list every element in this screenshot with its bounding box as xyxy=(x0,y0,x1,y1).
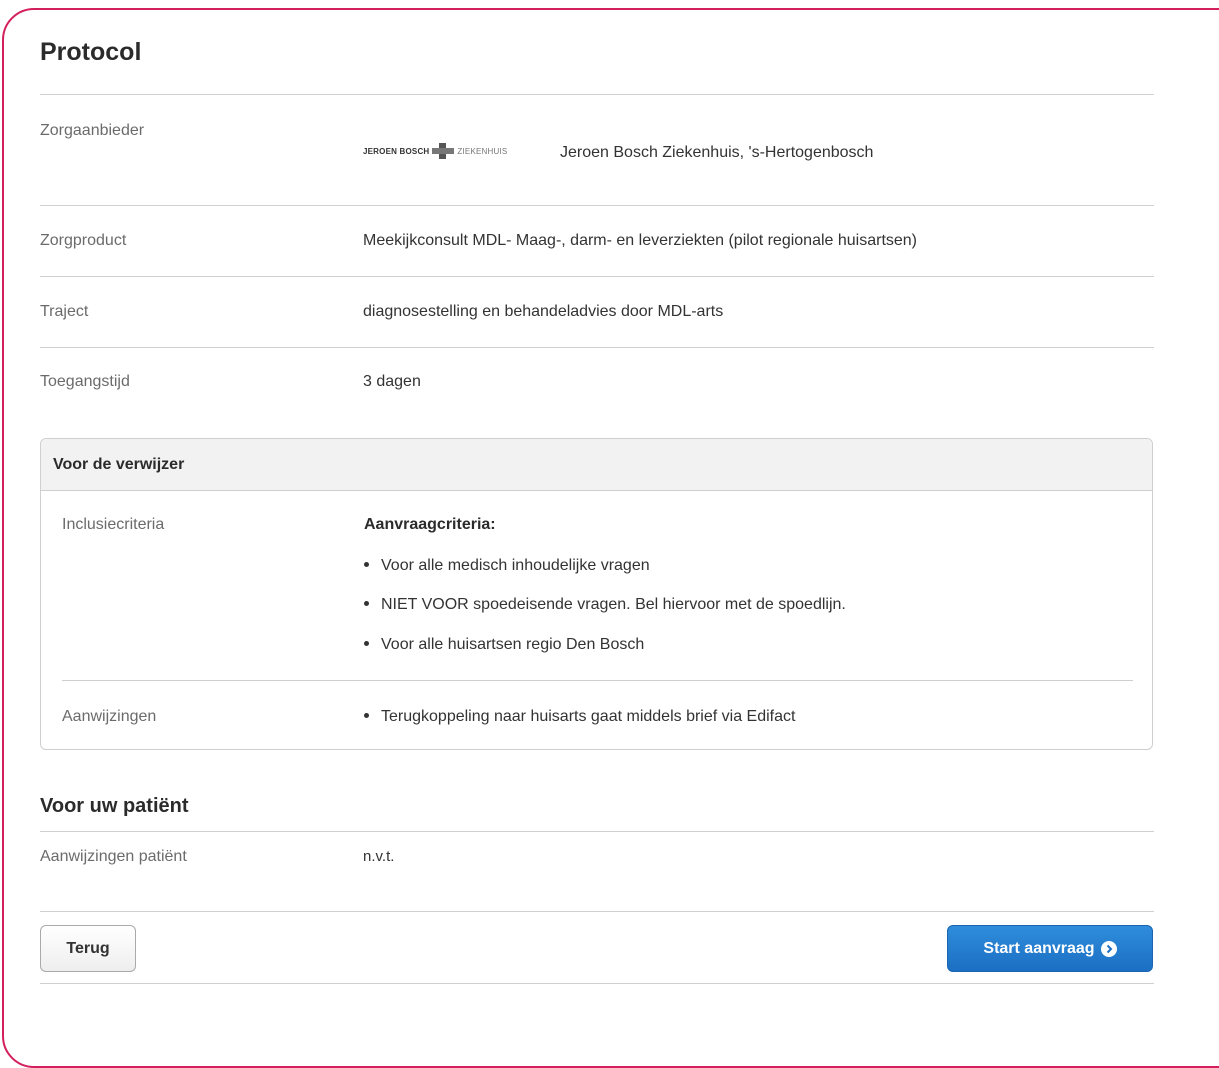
start-request-label: Start aanvraag xyxy=(983,939,1095,957)
list-item: Voor alle huisartsen regio Den Bosch xyxy=(364,636,644,654)
trajectory-label: Traject xyxy=(40,303,89,320)
back-button-label: Terug xyxy=(66,939,110,957)
inclusion-label: Inclusiecriteria xyxy=(62,516,165,533)
hospital-logo: JEROEN BOSCH ZIEKENHUIS xyxy=(363,143,507,159)
patient-instructions-value: n.v.t. xyxy=(363,848,395,865)
chevron-right-circle-icon xyxy=(1100,940,1117,957)
access-time-label: Toegangstijd xyxy=(40,373,130,390)
page-title: Protocol xyxy=(40,38,142,66)
divider xyxy=(40,347,1154,348)
divider xyxy=(40,911,1154,912)
logo-text-right: ZIEKENHUIS xyxy=(457,146,508,156)
instructions-label: Aanwijzingen xyxy=(62,708,157,725)
criteria-heading: Aanvraagcriteria: xyxy=(364,516,496,533)
cross-icon xyxy=(432,143,455,159)
referrer-panel-heading: Voor de verwijzer xyxy=(41,439,1152,491)
divider xyxy=(40,205,1154,206)
divider xyxy=(40,831,1154,832)
start-request-button[interactable]: Start aanvraag xyxy=(947,925,1153,972)
list-item: Voor alle medisch inhoudelijke vragen xyxy=(364,557,650,575)
patient-section-title: Voor uw patiënt xyxy=(40,795,189,817)
provider-name: Jeroen Bosch Ziekenhuis, 's-Hertogenbosc… xyxy=(560,144,874,161)
divider xyxy=(40,94,1154,95)
product-label: Zorgproduct xyxy=(40,232,127,249)
logo-text-left: JEROEN BOSCH xyxy=(363,146,430,156)
list-item: NIET VOOR spoedeisende vragen. Bel hierv… xyxy=(364,596,846,614)
list-item: Terugkoppeling naar huisarts gaat middel… xyxy=(364,708,795,726)
divider xyxy=(62,680,1133,681)
trajectory-value: diagnosestelling en behandeladvies door … xyxy=(363,303,724,320)
product-value: Meekijkconsult MDL- Maag-, darm- en leve… xyxy=(363,232,918,249)
divider xyxy=(40,983,1154,984)
referrer-panel: Voor de verwijzer Inclusiecriteria Aanvr… xyxy=(40,438,1153,750)
provider-label: Zorgaanbieder xyxy=(40,122,145,139)
patient-instructions-label: Aanwijzingen patiënt xyxy=(40,848,187,865)
back-button[interactable]: Terug xyxy=(40,925,136,972)
divider xyxy=(40,276,1154,277)
access-time-value: 3 dagen xyxy=(363,373,421,390)
